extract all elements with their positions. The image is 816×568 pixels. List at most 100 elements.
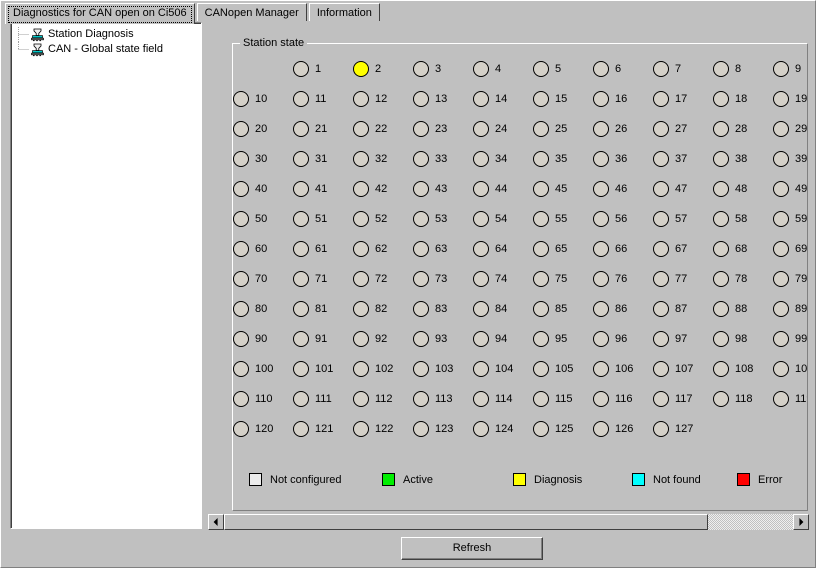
station-led-indicator[interactable] xyxy=(353,61,369,77)
station-cell[interactable]: 23 xyxy=(413,116,473,146)
station-cell[interactable]: 90 xyxy=(233,326,293,356)
station-led-indicator[interactable] xyxy=(773,301,789,317)
station-cell[interactable]: 109 xyxy=(773,356,807,386)
station-cell[interactable]: 3 xyxy=(413,56,473,86)
station-led-indicator[interactable] xyxy=(653,211,669,227)
station-led-indicator[interactable] xyxy=(293,151,309,167)
station-cell[interactable]: 6 xyxy=(593,56,653,86)
station-cell[interactable]: 95 xyxy=(533,326,593,356)
station-led-indicator[interactable] xyxy=(413,91,429,107)
station-led-indicator[interactable] xyxy=(473,211,489,227)
station-led-indicator[interactable] xyxy=(533,301,549,317)
station-cell[interactable]: 98 xyxy=(713,326,773,356)
station-led-indicator[interactable] xyxy=(293,211,309,227)
station-led-indicator[interactable] xyxy=(473,301,489,317)
station-cell[interactable]: 35 xyxy=(533,146,593,176)
station-led-indicator[interactable] xyxy=(773,271,789,287)
station-cell[interactable]: 67 xyxy=(653,236,713,266)
station-cell[interactable]: 17 xyxy=(653,86,713,116)
station-cell[interactable]: 114 xyxy=(473,386,533,416)
station-cell[interactable]: 112 xyxy=(353,386,413,416)
station-led-indicator[interactable] xyxy=(773,181,789,197)
station-led-indicator[interactable] xyxy=(653,331,669,347)
station-led-indicator[interactable] xyxy=(473,91,489,107)
station-led-indicator[interactable] xyxy=(473,421,489,437)
station-led-indicator[interactable] xyxy=(293,271,309,287)
station-cell[interactable]: 117 xyxy=(653,386,713,416)
station-cell[interactable]: 24 xyxy=(473,116,533,146)
station-led-indicator[interactable] xyxy=(293,421,309,437)
station-led-indicator[interactable] xyxy=(233,391,249,407)
station-led-indicator[interactable] xyxy=(413,421,429,437)
station-led-indicator[interactable] xyxy=(233,301,249,317)
station-led-indicator[interactable] xyxy=(653,241,669,257)
station-cell[interactable]: 32 xyxy=(353,146,413,176)
station-led-indicator[interactable] xyxy=(413,61,429,77)
station-led-indicator[interactable] xyxy=(773,241,789,257)
station-cell[interactable]: 119 xyxy=(773,386,807,416)
station-led-indicator[interactable] xyxy=(533,241,549,257)
station-cell[interactable]: 21 xyxy=(293,116,353,146)
station-led-indicator[interactable] xyxy=(533,61,549,77)
station-led-indicator[interactable] xyxy=(713,391,729,407)
tab-information[interactable]: Information xyxy=(308,3,380,21)
station-cell[interactable]: 62 xyxy=(353,236,413,266)
station-led-indicator[interactable] xyxy=(593,391,609,407)
station-led-indicator[interactable] xyxy=(233,361,249,377)
station-cell[interactable]: 11 xyxy=(293,86,353,116)
station-cell[interactable]: 91 xyxy=(293,326,353,356)
station-cell[interactable]: 126 xyxy=(593,416,653,446)
station-cell[interactable]: 120 xyxy=(233,416,293,446)
station-led-indicator[interactable] xyxy=(413,361,429,377)
station-cell[interactable]: 80 xyxy=(233,296,293,326)
station-cell[interactable]: 27 xyxy=(653,116,713,146)
station-led-indicator[interactable] xyxy=(653,121,669,137)
station-led-indicator[interactable] xyxy=(293,241,309,257)
station-cell[interactable]: 108 xyxy=(713,356,773,386)
station-cell[interactable]: 66 xyxy=(593,236,653,266)
station-cell[interactable]: 51 xyxy=(293,206,353,236)
station-led-indicator[interactable] xyxy=(233,421,249,437)
station-led-indicator[interactable] xyxy=(353,211,369,227)
station-cell[interactable]: 9 xyxy=(773,56,807,86)
station-led-indicator[interactable] xyxy=(713,61,729,77)
station-led-indicator[interactable] xyxy=(473,181,489,197)
station-cell[interactable]: 12 xyxy=(353,86,413,116)
station-cell[interactable]: 65 xyxy=(533,236,593,266)
station-cell[interactable]: 55 xyxy=(533,206,593,236)
station-led-indicator[interactable] xyxy=(293,121,309,137)
station-led-indicator[interactable] xyxy=(473,271,489,287)
station-led-indicator[interactable] xyxy=(353,421,369,437)
scrollbar-thumb[interactable] xyxy=(224,514,708,530)
station-led-indicator[interactable] xyxy=(773,91,789,107)
station-cell[interactable]: 86 xyxy=(593,296,653,326)
station-cell[interactable]: 79 xyxy=(773,266,807,296)
diagnosis-tree-panel[interactable]: Station Diagnosis CAN - Global state fie… xyxy=(10,22,202,529)
tree-item-station-diagnosis[interactable]: Station Diagnosis xyxy=(11,27,201,42)
station-led-indicator[interactable] xyxy=(233,241,249,257)
station-cell[interactable]: 14 xyxy=(473,86,533,116)
station-led-indicator[interactable] xyxy=(593,181,609,197)
station-cell[interactable]: 64 xyxy=(473,236,533,266)
station-led-indicator[interactable] xyxy=(533,331,549,347)
station-led-indicator[interactable] xyxy=(653,391,669,407)
station-cell[interactable]: 77 xyxy=(653,266,713,296)
station-led-indicator[interactable] xyxy=(593,331,609,347)
station-led-indicator[interactable] xyxy=(713,271,729,287)
station-led-indicator[interactable] xyxy=(713,301,729,317)
station-cell[interactable]: 58 xyxy=(713,206,773,236)
station-cell[interactable]: 53 xyxy=(413,206,473,236)
station-cell[interactable]: 102 xyxy=(353,356,413,386)
station-led-indicator[interactable] xyxy=(473,61,489,77)
station-led-indicator[interactable] xyxy=(653,361,669,377)
station-led-indicator[interactable] xyxy=(413,121,429,137)
station-cell[interactable]: 73 xyxy=(413,266,473,296)
station-cell[interactable]: 48 xyxy=(713,176,773,206)
station-led-indicator[interactable] xyxy=(593,421,609,437)
station-cell[interactable]: 81 xyxy=(293,296,353,326)
tab-canopen-manager[interactable]: CANopen Manager xyxy=(196,3,307,21)
station-cell[interactable]: 100 xyxy=(233,356,293,386)
station-cell[interactable]: 61 xyxy=(293,236,353,266)
station-led-indicator[interactable] xyxy=(533,181,549,197)
station-cell[interactable]: 122 xyxy=(353,416,413,446)
